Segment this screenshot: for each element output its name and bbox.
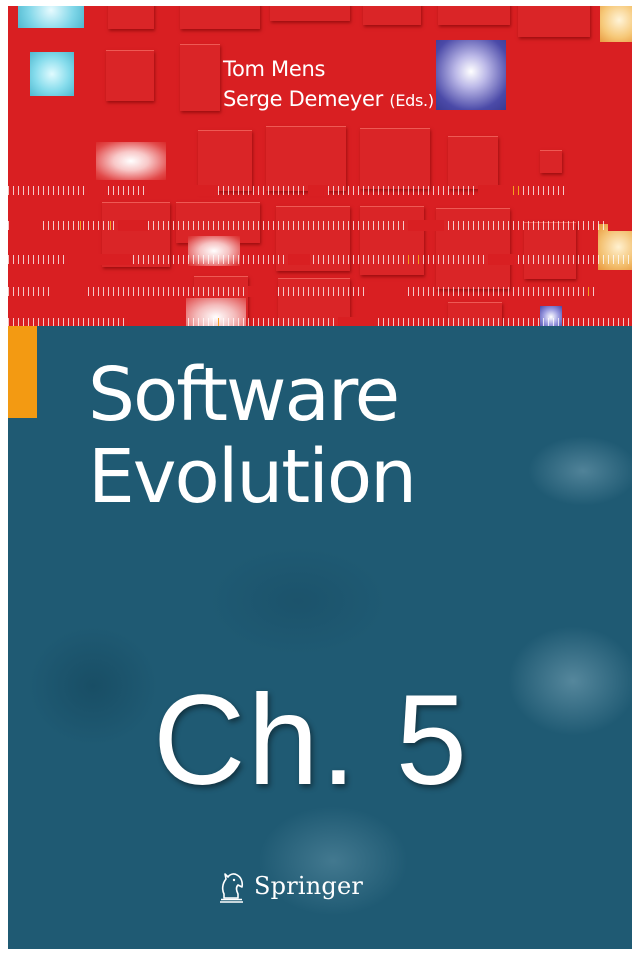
pattern-square [540,150,562,173]
book-cover: Tom Mens Serge Demeyer (Eds.) Software E… [8,6,632,949]
author-name: Tom Mens [223,57,326,81]
pattern-gap [128,317,184,326]
pattern-glow-square [436,40,506,110]
pattern-square [106,50,154,101]
pattern-square [198,130,252,191]
author-block: Tom Mens Serge Demeyer (Eds.) [223,54,434,116]
pattern-glow-square [600,6,632,42]
springer-chess-knight-icon [220,873,244,903]
pattern-square [266,126,346,191]
background-blur-shape [28,626,158,746]
pattern-gap [568,185,632,196]
pattern-gap [368,286,408,297]
pattern-accent-tick [408,255,409,264]
pattern-gap [86,185,104,196]
pattern-dash-row [8,318,632,326]
pattern-accent-tick [518,186,519,195]
author-name: Serge Demeyer [223,87,383,111]
pattern-gap [68,254,132,265]
book-title-line-1: Software [88,352,400,438]
pattern-accent-tick [218,318,219,326]
pattern-glow-square [96,142,166,180]
pattern-gap [338,317,378,326]
pattern-gap [12,220,42,231]
chapter-label: Ch. 5 [153,669,469,812]
pattern-gap [488,254,518,265]
pattern-square [360,128,430,189]
pattern-square [438,6,510,25]
background-blur-shape [508,626,632,736]
pattern-gap [308,185,328,196]
pattern-gap [408,220,444,231]
pattern-gap [288,254,310,265]
pattern-square [360,206,424,275]
title-band: Software Evolution Ch. 5 Springer [8,326,632,949]
pattern-square [363,6,421,25]
background-blur-shape [208,546,388,656]
pattern-dash-row [8,221,632,230]
pattern-gap [118,220,148,231]
author-name-line: Serge Demeyer (Eds.) [223,84,434,116]
pattern-square [518,6,590,37]
pattern-glow-square [30,52,74,96]
publisher-mark: Springer [216,866,363,906]
publisher-name: Springer [254,872,364,900]
pattern-gap [248,286,274,297]
pattern-glow-square [18,6,84,28]
pattern-accent-tick [513,186,514,195]
pattern-square [270,6,350,21]
pattern-gap [598,286,632,297]
accent-bar [8,326,37,418]
pattern-dash-row [8,287,632,296]
pattern-square [448,136,498,189]
pattern-square [108,6,154,29]
pattern-square [180,44,220,111]
background-blur-shape [528,436,632,506]
pattern-accent-tick [80,221,81,230]
pattern-square [180,6,260,29]
pattern-accent-tick [418,255,419,264]
pattern-accent-tick [588,287,589,296]
editor-suffix: (Eds.) [389,91,434,110]
pattern-gap [608,220,632,231]
pattern-gap [478,185,514,196]
pattern-gap [52,286,86,297]
pattern-gap [148,185,218,196]
cover-pattern-band: Tom Mens Serge Demeyer (Eds.) [8,6,632,326]
pattern-square [524,222,576,279]
pattern-accent-tick [110,221,111,230]
book-title-line-2: Evolution [88,434,417,520]
